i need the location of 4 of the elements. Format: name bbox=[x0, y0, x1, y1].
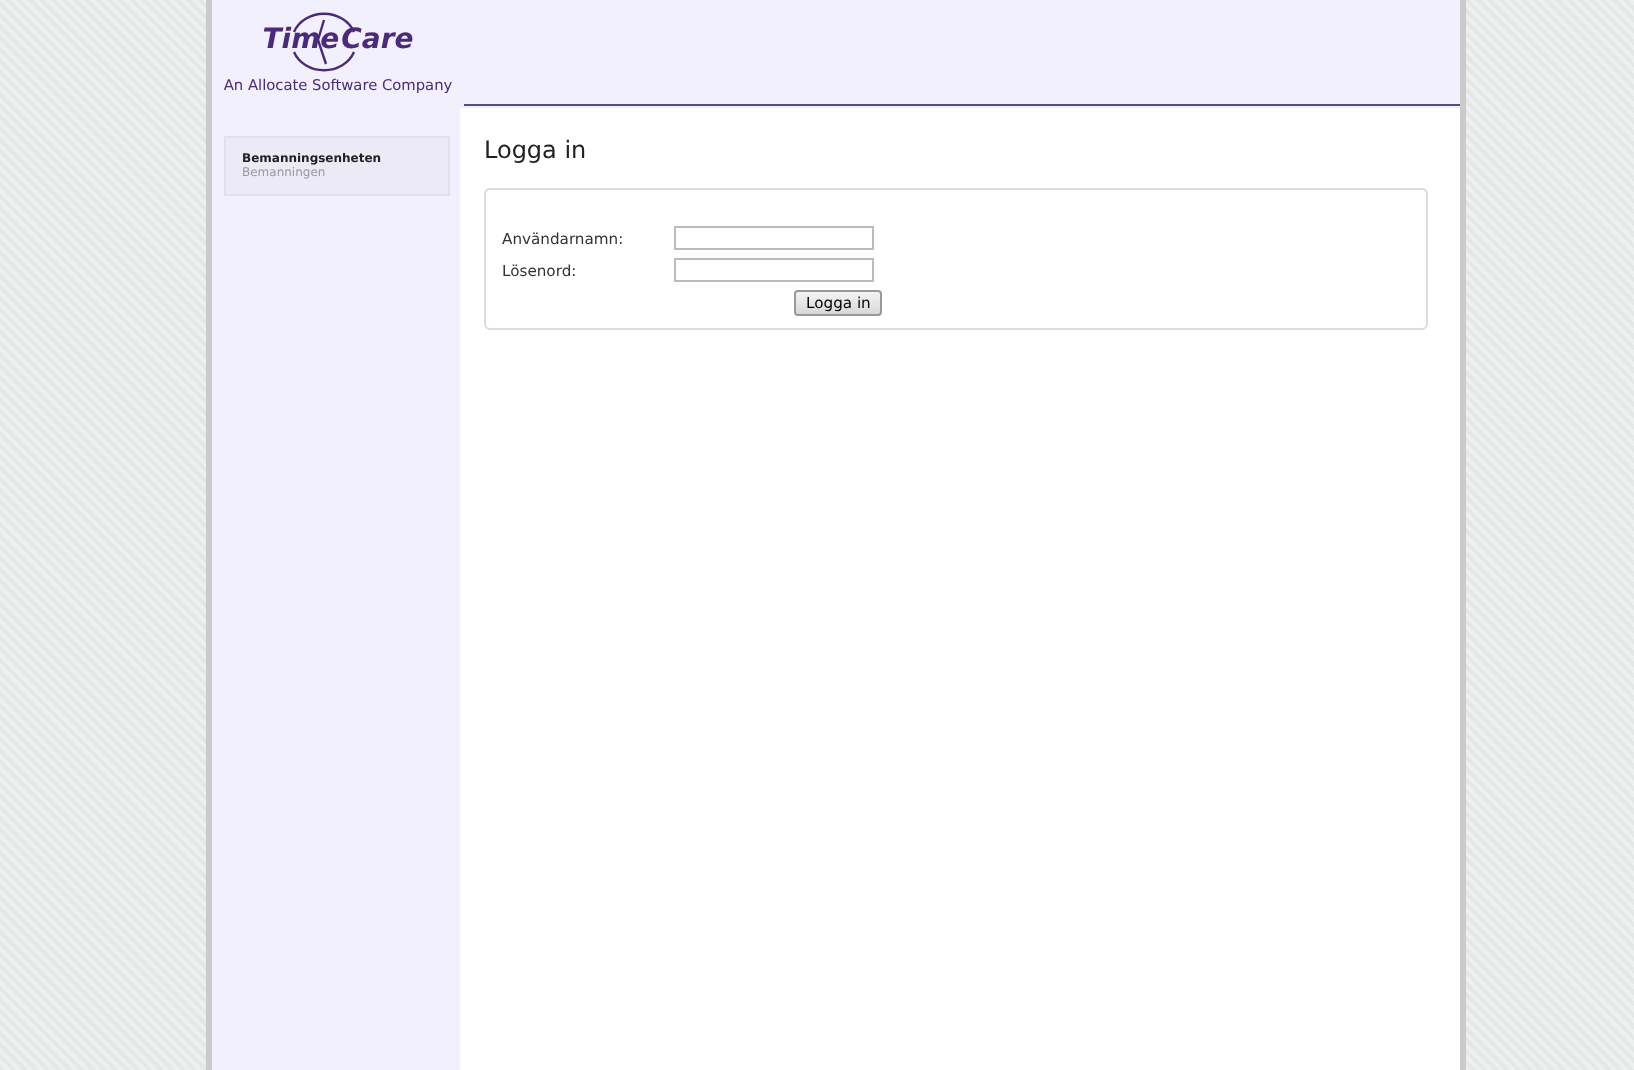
page-title: Logga in bbox=[484, 136, 589, 164]
username-field[interactable] bbox=[674, 226, 874, 250]
password-field[interactable] bbox=[674, 258, 874, 282]
logo-word: Care bbox=[341, 24, 414, 56]
